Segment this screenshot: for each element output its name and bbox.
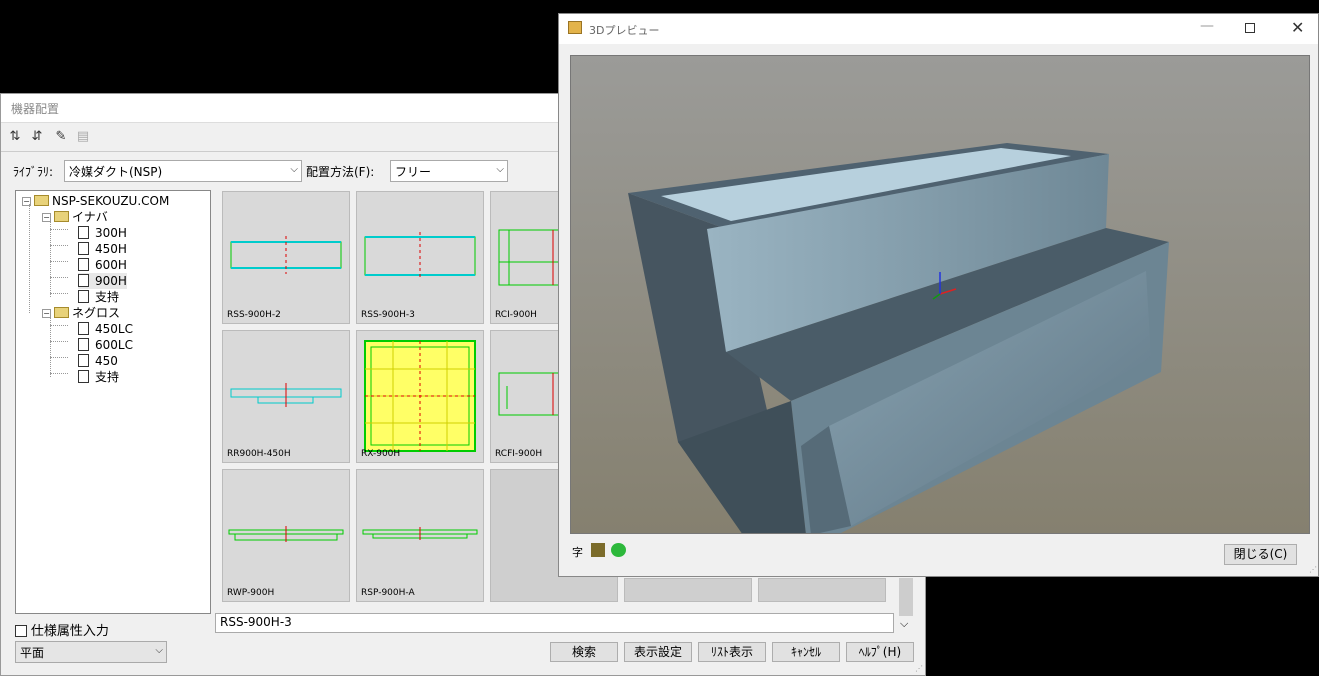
thumbnail-drawing [362, 527, 478, 540]
chevron-down-icon: ⌵ [290, 164, 298, 175]
library-select[interactable]: 冷媒ダクト(NSP) ⌵ [64, 160, 302, 182]
display-settings-button[interactable]: 表示設定 [624, 642, 692, 662]
3d-preview-window: 3Dプレビュー — ✕ 字 閉じる(C) ⋰ [558, 13, 1319, 577]
selected-name-field[interactable]: RSS-900H-3 [215, 613, 894, 633]
folder-open-icon [54, 307, 69, 318]
library-label: ﾗｲﾌﾞﾗﾘ: [13, 165, 54, 179]
view-select-value: 平面 [20, 646, 45, 660]
link-edit-icon[interactable]: ✎ [53, 129, 69, 145]
document-icon [78, 322, 89, 335]
help-button[interactable]: ﾍﾙﾌﾟ(H) [846, 642, 914, 662]
document-icon [78, 354, 89, 367]
thumbnail-tile[interactable]: RX-900H [356, 330, 484, 463]
thumbnail-drawing [230, 236, 342, 274]
placement-label: 配置方法(F): [306, 165, 375, 179]
empty-tile [758, 578, 886, 602]
collapse-icon[interactable]: − [42, 213, 51, 222]
minimize-icon[interactable]: — [1200, 18, 1214, 34]
empty-tile [624, 578, 752, 602]
spec-attribute-checkbox[interactable]: 仕様属性入力 [15, 620, 109, 639]
document-icon [78, 338, 89, 351]
tree-item[interactable]: 支持 [78, 369, 119, 385]
placement-select-value: フリー [395, 165, 432, 179]
thumbnail-caption: RSS-900H-3 [361, 310, 415, 320]
chevron-down-icon[interactable]: ⌵ [900, 617, 908, 631]
thumbnail-tile[interactable]: RCI-900H [490, 191, 561, 324]
maximize-icon[interactable] [1245, 23, 1255, 33]
thumbnail-caption: RSP-900H-A [361, 588, 415, 598]
tree-item[interactable]: 450 [78, 353, 118, 369]
library-tree[interactable]: − NSP-SEKOUZU.COM − イナバ 300H 450H 600H 900… [15, 190, 211, 614]
thumbnail-tile[interactable]: RSS-900H-2 [222, 191, 350, 324]
text-icon[interactable]: 字 [572, 544, 583, 560]
document-icon [78, 226, 89, 239]
thumbnail-tile[interactable]: RR900H-450H [222, 330, 350, 463]
document-icon [78, 242, 89, 255]
tree-item-selected[interactable]: 900H [78, 273, 127, 289]
checkbox-box[interactable] [15, 625, 27, 637]
thumbnail-tile[interactable]: RWP-900H [222, 469, 350, 602]
thumbnail-caption: RCI-900H [495, 310, 537, 320]
thumbnail-drawing [498, 229, 561, 286]
thumbnail-caption: RX-900H [361, 449, 401, 459]
texture-icon[interactable] [611, 543, 626, 557]
tree-root[interactable]: − NSP-SEKOUZU.COM [22, 193, 169, 209]
selected-name-value: RSS-900H-3 [220, 615, 292, 629]
folder-open-icon [54, 211, 69, 222]
chevron-down-icon: ⌵ [496, 164, 504, 175]
collapse-icon[interactable]: − [42, 309, 51, 318]
chevron-down-icon: ⌵ [155, 645, 163, 656]
thumbnail-drawing [364, 340, 476, 452]
document-icon [78, 290, 89, 303]
tree-item[interactable]: 300H [78, 225, 127, 241]
thumbnail-drawing [230, 383, 342, 407]
document-icon [78, 258, 89, 271]
tree-item[interactable]: 450H [78, 241, 127, 257]
thumbnail-caption: RR900H-450H [227, 449, 291, 459]
tree-item[interactable]: 支持 [78, 289, 119, 305]
view-select[interactable]: 平面 ⌵ [15, 641, 167, 663]
thumbnail-caption: RSS-900H-2 [227, 310, 281, 320]
tree-group-inaba[interactable]: − イナバ [42, 209, 108, 225]
thumbnail-drawing [364, 232, 476, 280]
tree-collapse-icon[interactable]: ⇵ [29, 129, 45, 145]
close-button[interactable]: 閉じる(C) [1224, 544, 1297, 565]
thumbnail-tile[interactable]: RSS-900H-3 [356, 191, 484, 324]
preview-title: 3Dプレビュー [589, 24, 660, 37]
duct-3d-model [571, 56, 1309, 533]
resize-grip-icon[interactable]: ⋰ [915, 664, 923, 673]
list-view-button[interactable]: ﾘｽﾄ表示 [698, 642, 766, 662]
close-icon[interactable]: ✕ [1291, 18, 1304, 37]
cancel-button[interactable]: ｷｬﾝｾﾙ [772, 642, 840, 662]
preview-titlebar[interactable]: 3Dプレビュー — ✕ [559, 14, 1318, 44]
document-icon [78, 274, 89, 287]
thumbnail-caption: RWP-900H [227, 588, 275, 598]
document-icon[interactable]: ▤ [75, 129, 91, 145]
library-select-value: 冷媒ダクト(NSP) [69, 165, 163, 179]
resize-grip-icon[interactable]: ⋰ [1309, 565, 1317, 574]
thumbnail-drawing [228, 526, 344, 542]
thumbnail-tile[interactable]: RCFI-900H [490, 330, 561, 463]
tree-expand-icon[interactable]: ⇅ [7, 129, 23, 145]
tree-item[interactable]: 600LC [78, 337, 133, 353]
thumbnail-drawing [498, 372, 561, 416]
scrollbar[interactable] [899, 578, 913, 616]
thumbnail-caption: RCFI-900H [495, 449, 543, 459]
tree-item[interactable]: 450LC [78, 321, 133, 337]
box-icon [568, 21, 582, 34]
tree-item[interactable]: 600H [78, 257, 127, 273]
checkbox-label: 仕様属性入力 [30, 624, 109, 639]
document-icon [78, 370, 89, 383]
placement-select[interactable]: フリー ⌵ [390, 160, 508, 182]
search-button[interactable]: 検索 [550, 642, 618, 662]
folder-open-icon [34, 195, 49, 206]
tree-group-negurosu[interactable]: − ネグロス [42, 305, 120, 321]
collapse-icon[interactable]: − [22, 197, 31, 206]
thumbnail-tile[interactable]: RSP-900H-A [356, 469, 484, 602]
model-icon[interactable] [591, 543, 605, 557]
3d-viewport[interactable] [570, 55, 1310, 534]
